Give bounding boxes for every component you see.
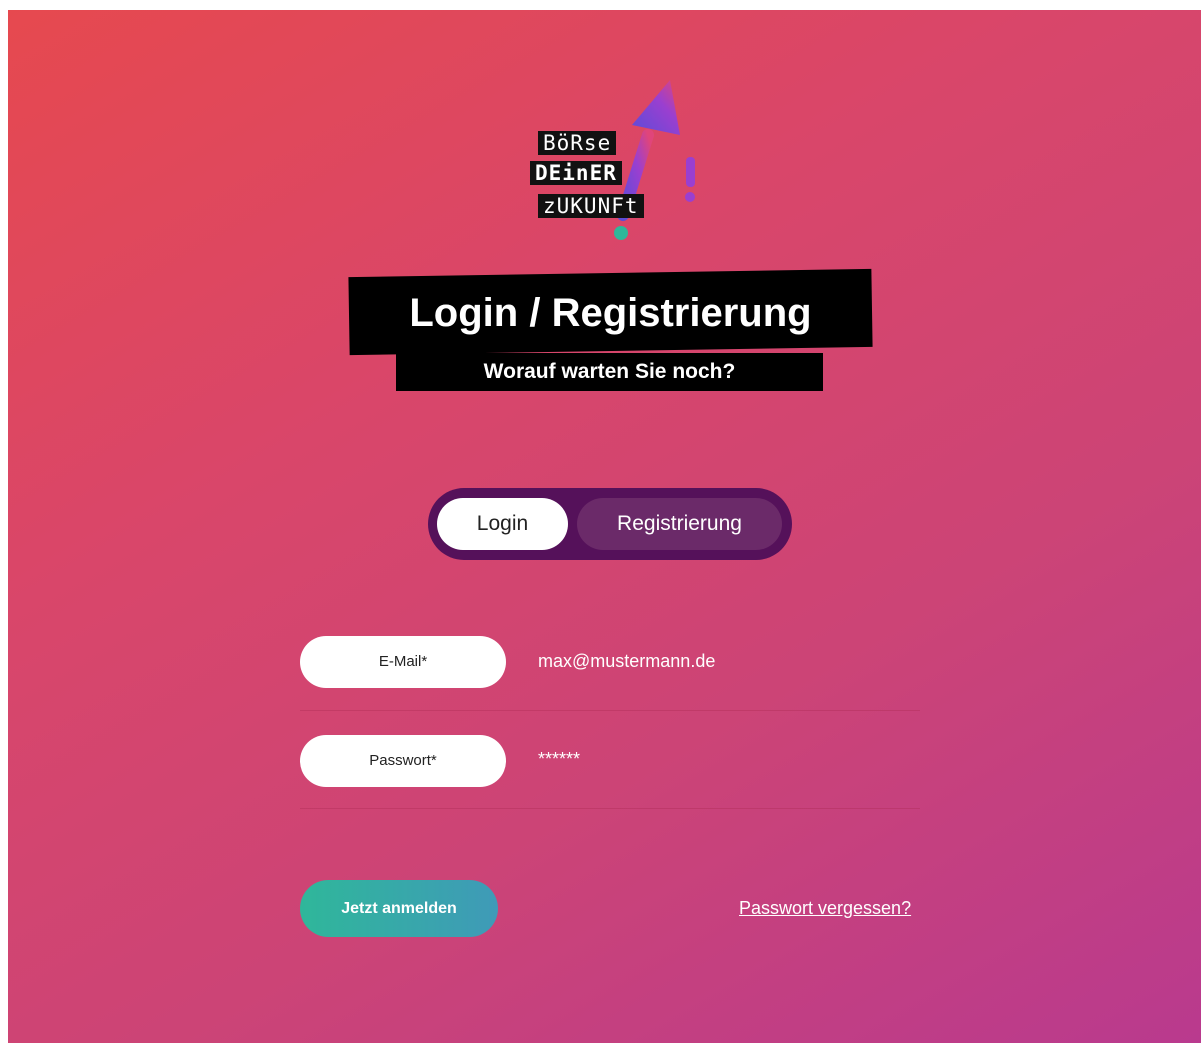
brand-logo: BöRse DEinER zUKUNFt — [528, 75, 708, 245]
tab-registrierung[interactable]: Registrierung — [577, 498, 782, 550]
password-label: Passwort* — [300, 735, 506, 787]
login-page: BöRse DEinER zUKUNFt Login / Registrieru… — [8, 10, 1201, 1043]
logo-text-line-2: DEinER — [530, 161, 622, 185]
arrow-up-exclamation-logo-icon — [614, 80, 695, 240]
email-field[interactable] — [538, 646, 918, 676]
forgot-password-link[interactable]: Passwort vergessen? — [739, 898, 911, 919]
login-register-toggle: Login Registrierung — [428, 488, 792, 560]
tab-login[interactable]: Login — [437, 498, 568, 550]
logo-text-line-3: zUKUNFt — [538, 194, 644, 218]
email-label: E-Mail* — [300, 636, 506, 688]
page-subtitle: Worauf warten Sie noch? — [483, 360, 736, 383]
password-divider — [300, 808, 920, 809]
login-submit-button[interactable]: Jetzt anmelden — [300, 880, 498, 937]
page-title: Login / Registrierung — [409, 291, 812, 335]
password-field[interactable] — [538, 744, 918, 774]
email-divider — [300, 710, 920, 711]
logo-text-line-1: BöRse — [538, 131, 617, 155]
